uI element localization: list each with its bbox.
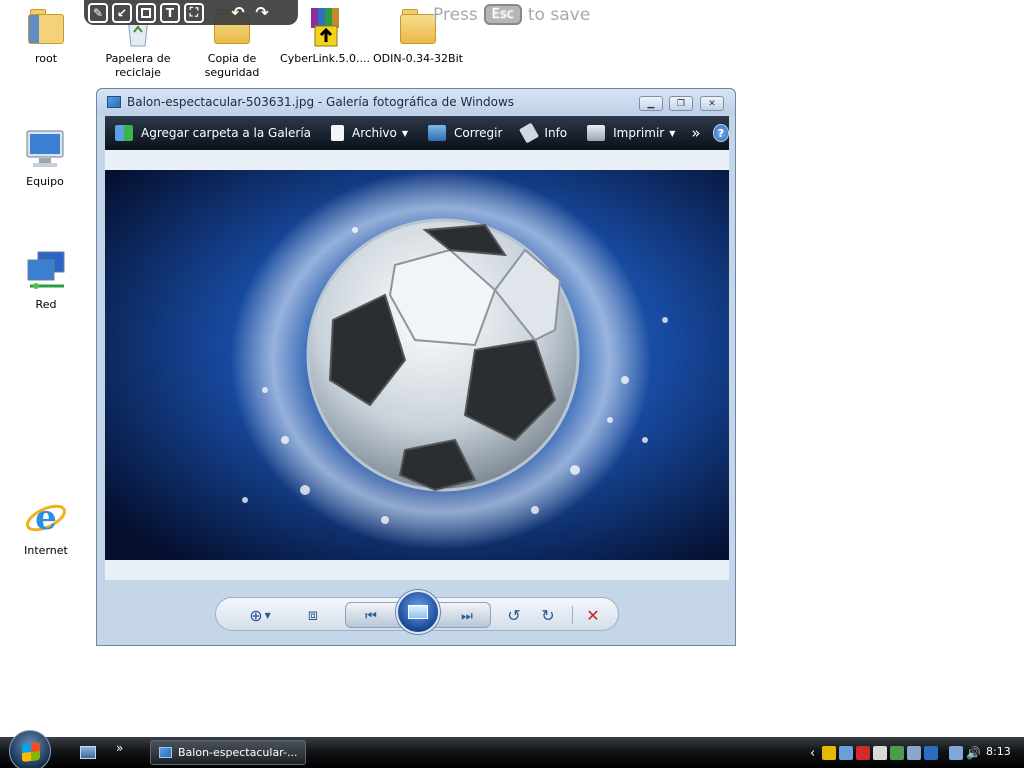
undo-icon[interactable]: ↶ xyxy=(228,3,248,23)
file-menu[interactable]: Archivo ▼ xyxy=(321,116,418,150)
desktop-icon-label: Equipo xyxy=(26,175,64,188)
tray-app-icon[interactable] xyxy=(822,746,837,760)
windows-logo-icon xyxy=(22,742,40,762)
network-tray-icon[interactable] xyxy=(949,746,964,760)
file-icon xyxy=(331,125,345,141)
network-icon xyxy=(24,250,68,294)
desktop-icon-red[interactable]: Red xyxy=(1,250,91,312)
tray-app-icon[interactable] xyxy=(839,746,854,760)
taskbar-button-label: Balon-espectacular-... xyxy=(178,746,298,759)
photo-viewer-area xyxy=(105,150,729,580)
desktop-icon-label: root xyxy=(34,52,58,65)
system-clock[interactable]: 8:13 xyxy=(986,745,1011,758)
save-hint-press: Press xyxy=(433,4,478,25)
desktop-icon-label: Copia de seguridad xyxy=(204,52,260,79)
archive-icon xyxy=(303,4,347,48)
window-title: Balon-espectacular-503631.jpg - Galería … xyxy=(127,95,515,109)
add-folder-icon xyxy=(115,125,133,141)
esc-key-badge[interactable]: Esc xyxy=(483,4,522,25)
tray-app-icon[interactable] xyxy=(856,746,871,760)
desktop-icon-label: Papelera de reciclaje xyxy=(105,52,171,79)
print-menu[interactable]: Imprimir ▼ xyxy=(577,116,685,150)
tray-app-icon[interactable] xyxy=(907,746,922,760)
tray-app-icon[interactable] xyxy=(873,746,888,760)
system-tray: ‹ 🔊 xyxy=(810,743,981,763)
slideshow-button[interactable] xyxy=(396,590,440,634)
fix-icon xyxy=(428,125,447,141)
arrow-icon[interactable]: ↙ xyxy=(112,2,132,23)
close-button[interactable]: ✕ xyxy=(700,96,724,111)
svg-text:e: e xyxy=(35,498,57,538)
photo-soccer-ball xyxy=(105,170,729,560)
show-desktop-icon[interactable] xyxy=(80,746,96,759)
info-button[interactable]: Info xyxy=(512,116,577,150)
more-commands-button[interactable]: » xyxy=(685,116,706,150)
photo-gallery-icon xyxy=(159,747,172,758)
minimize-button[interactable]: ▁ xyxy=(639,96,663,111)
user-folder-icon xyxy=(24,4,68,48)
printer-icon xyxy=(587,125,606,141)
desktop-icon-label: CyberLink.5.0.... xyxy=(280,52,370,65)
text-icon[interactable]: T xyxy=(160,2,180,23)
desktop: root Papelera de reciclaje Copia de segu… xyxy=(0,0,1024,768)
delete-icon[interactable]: ✕ xyxy=(582,604,604,626)
volume-icon[interactable]: 🔊 xyxy=(966,746,981,760)
gallery-command-bar: Agregar carpeta a la Galería Archivo ▼ Co… xyxy=(105,116,729,150)
next-icon[interactable]: ⏭ xyxy=(456,605,478,627)
desktop-icon-root[interactable]: root xyxy=(1,4,91,66)
fix-label: Corregir xyxy=(454,126,503,140)
desktop-icon-label: ODIN-0.34-32Bit xyxy=(373,52,463,65)
info-label: Info xyxy=(544,126,568,140)
fit-window-icon[interactable]: ⧈ xyxy=(302,604,324,626)
pencil-icon[interactable]: ✎ xyxy=(88,2,108,23)
photo-gallery-icon xyxy=(107,96,121,108)
internet-explorer-icon: e xyxy=(24,496,68,540)
tray-app-icon[interactable] xyxy=(890,746,905,760)
save-hint-suffix: to save xyxy=(527,4,591,25)
desktop-icon-label: Red xyxy=(35,298,57,311)
tray-expand-button[interactable]: ‹ xyxy=(810,746,815,761)
rotate-right-icon[interactable]: ↻ xyxy=(537,604,559,626)
desktop-icon-label: Internet xyxy=(24,544,68,557)
crop-icon[interactable]: ⛶ xyxy=(184,2,204,23)
chevron-down-icon: ▼ xyxy=(401,128,409,138)
maximize-button[interactable]: ❐ xyxy=(669,96,693,111)
info-tag-icon xyxy=(519,122,540,144)
rotate-left-icon[interactable]: ↺ xyxy=(503,604,525,626)
slideshow-icon xyxy=(408,605,428,619)
desktop-icon-internet[interactable]: e Internet xyxy=(1,496,91,558)
taskbar: » Balon-espectacular-... ‹ 🔊 8:13 xyxy=(0,730,1024,768)
add-folder-label: Agregar carpeta a la Galería xyxy=(141,126,312,140)
annotation-toolbar: ✎ ↙ T ⛶ ↶ ↷ xyxy=(84,0,298,25)
playback-controls: ⊕ ▼ ⧈ ⏮ ⏭ ↺ ↻ ✕ xyxy=(215,590,619,634)
taskbar-button-photo-gallery[interactable]: Balon-espectacular-... xyxy=(150,740,306,765)
help-button[interactable]: ? xyxy=(712,124,729,142)
desktop-icon-equipo[interactable]: Equipo xyxy=(0,127,90,189)
divider xyxy=(572,606,573,624)
fix-button[interactable]: Corregir xyxy=(418,116,512,150)
previous-icon[interactable]: ⏮ xyxy=(360,605,382,627)
zoom-icon[interactable]: ⊕ ▼ xyxy=(244,604,276,626)
photo-gallery-window: Balon-espectacular-503631.jpg - Galería … xyxy=(96,88,736,646)
redo-icon[interactable]: ↷ xyxy=(252,3,272,23)
tray-app-icon[interactable] xyxy=(924,746,939,760)
file-menu-label: Archivo xyxy=(352,126,397,140)
computer-icon xyxy=(23,127,67,171)
save-hint: Press Esc to save xyxy=(433,4,590,25)
rectangle-icon[interactable] xyxy=(136,2,156,23)
quick-launch-more-button[interactable]: » xyxy=(116,741,123,755)
add-folder-button[interactable]: Agregar carpeta a la Galería xyxy=(105,116,321,150)
start-button[interactable] xyxy=(9,730,51,768)
print-menu-label: Imprimir xyxy=(613,126,665,140)
window-titlebar[interactable]: Balon-espectacular-503631.jpg - Galería … xyxy=(97,89,735,115)
chevron-down-icon: ▼ xyxy=(669,128,676,138)
